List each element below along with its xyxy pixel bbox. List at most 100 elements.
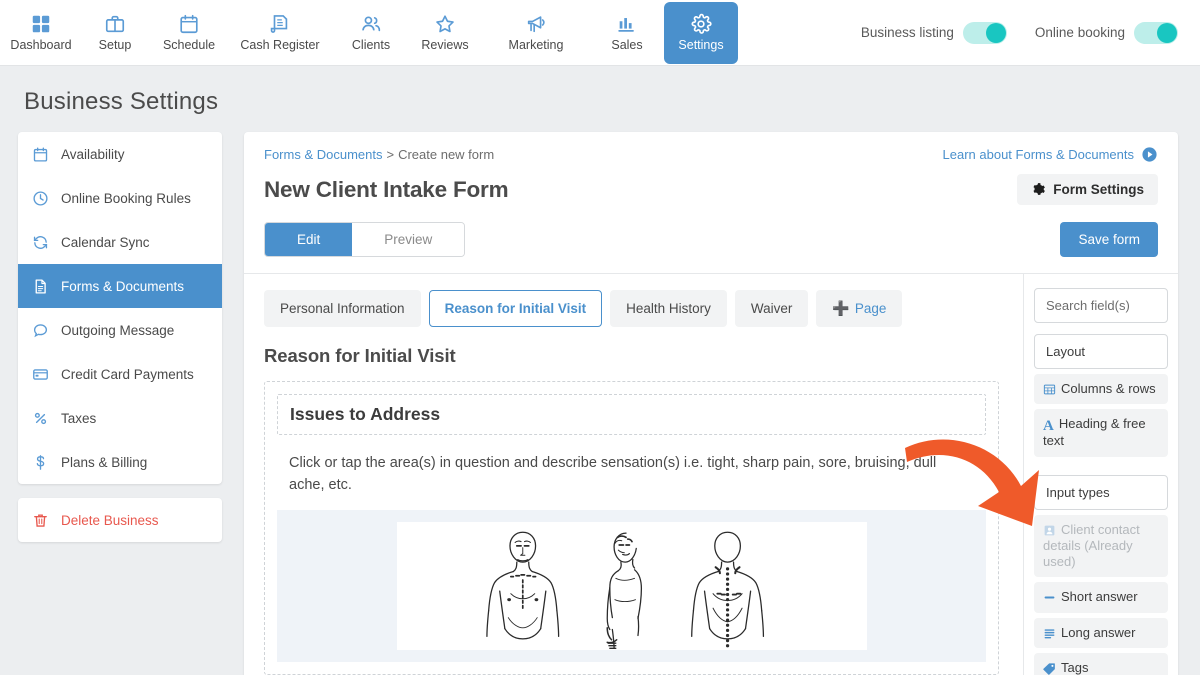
sidebar-item-forms-documents[interactable]: Forms & Documents [18, 264, 222, 308]
form-title: New Client Intake Form [264, 176, 509, 202]
table-icon [1043, 383, 1056, 396]
save-form-button[interactable]: Save form [1060, 222, 1158, 257]
sidebar-item-label: Forms & Documents [61, 278, 185, 294]
nav-label: Settings [678, 38, 724, 52]
form-settings-label: Form Settings [1053, 182, 1144, 197]
form-builder-panel: Forms & Documents > Create new form Lear… [244, 132, 1178, 675]
sidebar-item-label: Calendar Sync [61, 234, 150, 250]
learn-about-link[interactable]: Learn about Forms & Documents [943, 146, 1158, 163]
field-item-label: Short answer [1061, 589, 1138, 605]
nav-item-schedule[interactable]: Schedule [152, 2, 226, 64]
chat-bubble-icon [32, 322, 50, 339]
sidebar-item-calendar-sync[interactable]: Calendar Sync [18, 220, 222, 264]
sidebar-item-label: Credit Card Payments [61, 366, 194, 382]
mode-segmented-control: Edit Preview [264, 222, 466, 257]
tag-icon [1043, 662, 1056, 675]
learn-about-label: Learn about Forms & Documents [942, 147, 1134, 162]
sidebar-item-taxes[interactable]: Taxes [18, 396, 222, 440]
minus-icon [1043, 591, 1056, 604]
online-booking-label: Online booking [1034, 25, 1125, 40]
clock-icon [32, 190, 50, 207]
credit-card-icon [32, 366, 50, 383]
sidebar-item-label: Taxes [61, 410, 97, 426]
form-page-tab-personal-information[interactable]: Personal Information [264, 290, 421, 327]
briefcase-icon [104, 13, 126, 35]
form-page-tabs: Personal Information Reason for Initial … [264, 290, 1003, 327]
contact-card-icon [1043, 524, 1056, 537]
form-page-tab-waiver[interactable]: Waiver [734, 290, 809, 327]
field-item-label: Client contact details (Already used) [1043, 521, 1140, 570]
field-item-short-answer[interactable]: Short answer [1034, 582, 1168, 613]
online-booking-switch[interactable] [1134, 21, 1178, 44]
sidebar-item-delete-business[interactable]: Delete Business [18, 498, 222, 542]
nav-item-setup[interactable]: Setup [78, 2, 152, 64]
form-title-row: New Client Intake Form Form Settings [244, 163, 1178, 205]
add-page-label: Page [854, 301, 887, 316]
people-icon [360, 13, 382, 35]
star-icon [434, 13, 456, 35]
top-navigation-bar: Dashboard Setup Schedule Cash Register C… [0, 0, 1200, 66]
sidebar-item-label: Plans & Billing [61, 454, 148, 470]
form-settings-button[interactable]: Form Settings [1017, 174, 1158, 205]
page-title: Business Settings [24, 88, 219, 115]
tab-preview[interactable]: Preview [352, 223, 465, 256]
nav-item-dashboard[interactable]: Dashboard [4, 2, 78, 64]
gear-icon [1031, 182, 1046, 197]
settings-sidebar: Availability Online Booking Rules Calend… [18, 132, 222, 542]
field-item-columns-rows[interactable]: Columns & rows [1034, 374, 1168, 405]
tab-edit[interactable]: Edit [265, 223, 353, 256]
sidebar-item-label: Delete Business [61, 512, 159, 528]
form-page-tab-reason-for-initial-visit[interactable]: Reason for Initial Visit [428, 290, 603, 327]
add-page-button[interactable]: ➕ Page [816, 290, 903, 327]
sidebar-card: Availability Online Booking Rules Calend… [18, 132, 222, 484]
nav-label: Cash Register [240, 38, 320, 52]
field-group-layout-header[interactable]: Layout [1034, 334, 1168, 369]
sidebar-item-online-booking-rules[interactable]: Online Booking Rules [18, 176, 222, 220]
plus-icon: ➕ [832, 300, 850, 316]
field-item-heading-free-text[interactable]: A Heading & free text [1034, 409, 1168, 457]
field-library-rail: Layout Columns & rows AHeading & free te… [1023, 274, 1178, 675]
field-item-client-contact-details: Client contact details (Already used) [1034, 514, 1168, 578]
breadcrumb-separator: > [386, 147, 395, 162]
breadcrumb-current: Create new form [398, 147, 495, 162]
search-input[interactable] [1034, 288, 1168, 323]
sidebar-item-plans-billing[interactable]: Plans & Billing [18, 440, 222, 484]
form-editor: Personal Information Reason for Initial … [244, 274, 1023, 675]
nav-item-sales[interactable]: Sales [590, 2, 664, 64]
field-item-label: Columns & rows [1061, 381, 1156, 396]
grid-icon [30, 13, 52, 35]
business-listing-switch[interactable] [962, 21, 1007, 44]
form-block-heading[interactable]: Issues to Address [277, 394, 986, 435]
sidebar-danger-card: Delete Business [18, 498, 222, 542]
form-canvas[interactable]: Issues to Address Click or tap the area(… [264, 381, 999, 675]
document-icon [32, 278, 50, 295]
field-item-tags[interactable]: Tags [1034, 652, 1168, 675]
sidebar-item-outgoing-message[interactable]: Outgoing Message [18, 308, 222, 352]
field-item-long-answer[interactable]: Long answer [1034, 617, 1168, 648]
nav-item-clients[interactable]: Clients [334, 2, 408, 64]
sidebar-item-credit-card-payments[interactable]: Credit Card Payments [18, 352, 222, 396]
nav-item-cash-register[interactable]: Cash Register [226, 2, 334, 64]
bar-chart-icon [616, 13, 638, 35]
lines-icon [1043, 627, 1056, 640]
form-page-tab-health-history[interactable]: Health History [610, 290, 727, 327]
calendar-icon [178, 13, 200, 35]
field-group-input-types-header[interactable]: Input types [1034, 474, 1168, 510]
page-layout: Availability Online Booking Rules Calend… [0, 116, 1200, 675]
editor-and-rail: Personal Information Reason for Initial … [244, 274, 1178, 675]
sidebar-item-availability[interactable]: Availability [18, 132, 222, 176]
breadcrumb-root-link[interactable]: Forms & Documents [264, 147, 382, 162]
form-block-instruction-text[interactable]: Click or tap the area(s) in question and… [277, 435, 986, 510]
online-booking-toggle-group: Online booking [1034, 21, 1178, 44]
body-diagram-illustration [396, 522, 867, 651]
percent-icon [32, 410, 50, 427]
field-item-label: Tags [1061, 659, 1089, 675]
nav-item-settings[interactable]: Settings [664, 1, 738, 64]
nav-item-marketing[interactable]: Marketing [482, 2, 590, 64]
nav-item-reviews[interactable]: Reviews [408, 2, 482, 64]
nav-label: Clients [351, 38, 391, 52]
form-block-image[interactable] [277, 510, 986, 663]
business-listing-toggle-group: Business listing [861, 21, 1007, 44]
calendar-icon [32, 146, 50, 163]
top-nav-items: Dashboard Setup Schedule Cash Register C… [0, 1, 738, 64]
